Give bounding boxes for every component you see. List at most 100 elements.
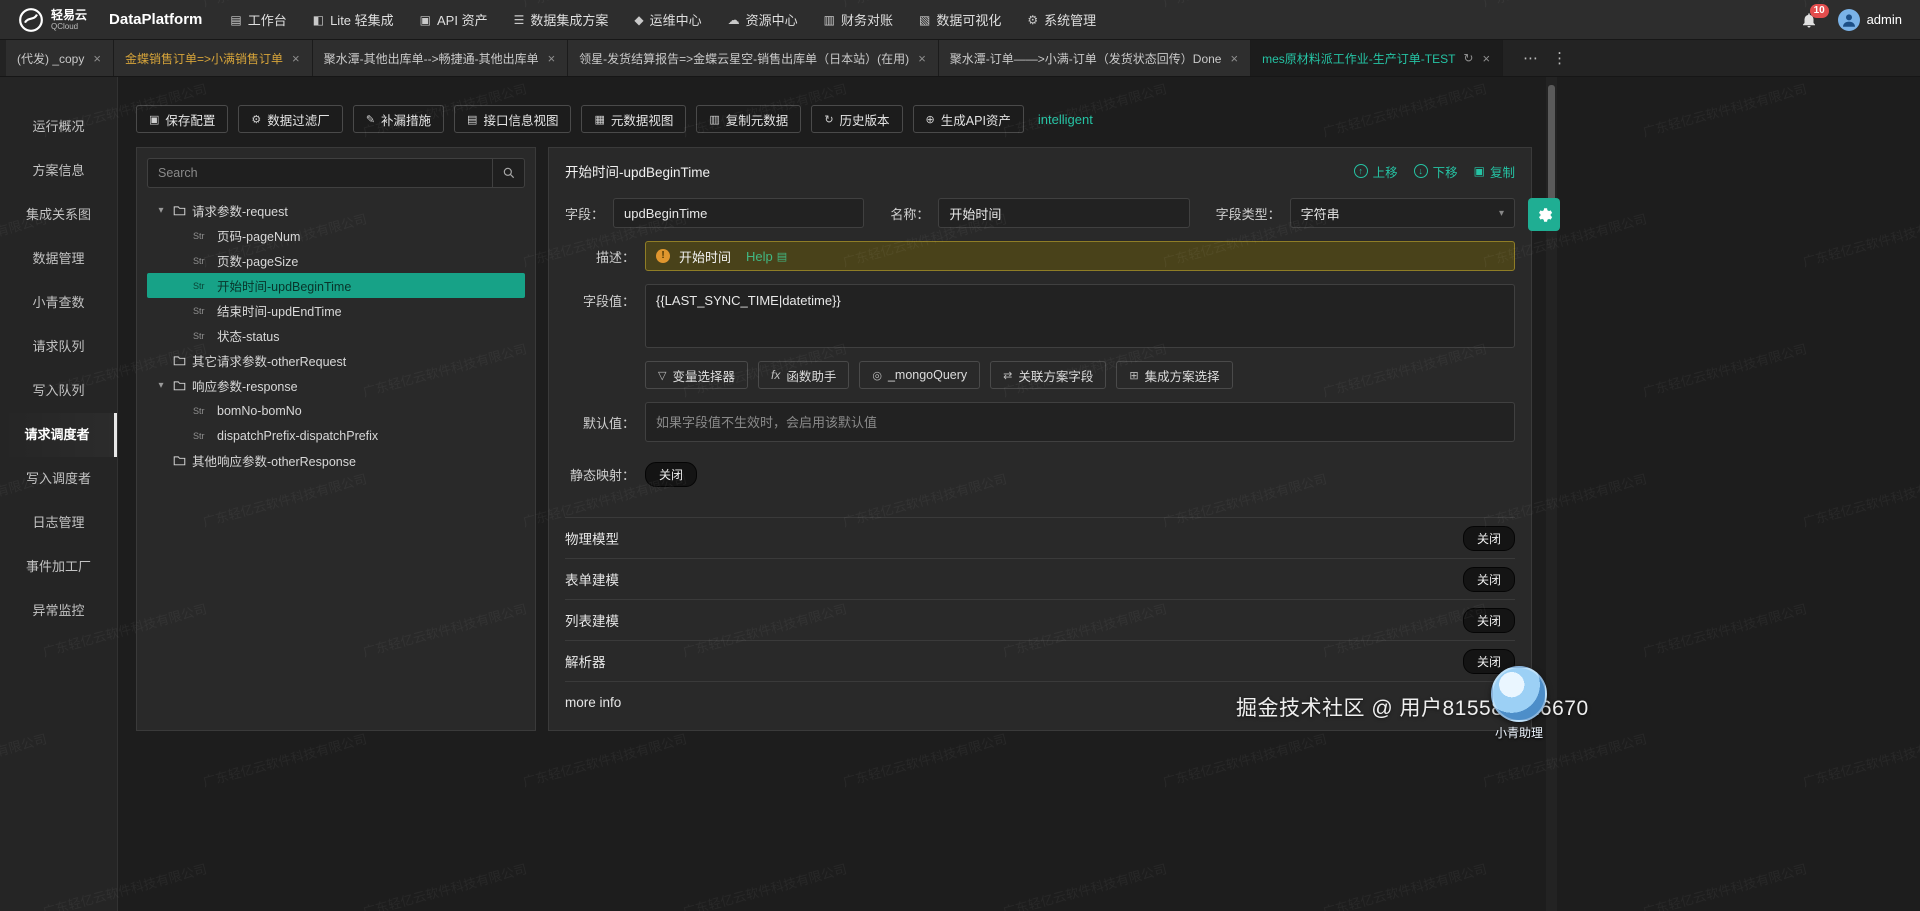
intelligent-label[interactable]: intelligent (1038, 112, 1093, 127)
nav-item[interactable]: ◆ 运维中心 (634, 10, 701, 29)
sidebar-item[interactable]: 日志管理 (0, 501, 117, 545)
close-icon[interactable]: × (917, 51, 927, 66)
meta-view-icon: ▦ (594, 113, 605, 126)
save-config-button[interactable]: ▣ 保存配置 (136, 105, 229, 133)
tree-node[interactable]: Str 开始时间-updBeginTime (147, 273, 525, 298)
assistant-mascot[interactable]: 小青助理 (1488, 666, 1550, 741)
tree-node[interactable]: Str dispatchPrefix-dispatchPrefix (147, 423, 525, 448)
sidebar-item[interactable]: 运行概况 (0, 105, 117, 149)
data-filter-button[interactable]: ⚙ 数据过滤厂 (238, 105, 343, 133)
caret-down-icon[interactable]: ▾ (155, 380, 167, 391)
nav-item[interactable]: ▧ 数据可视化 (919, 10, 1001, 29)
scrollbar-thumb[interactable] (1548, 85, 1555, 203)
field-type-select[interactable]: 字符串 ▾ (1289, 198, 1515, 228)
tree-node[interactable]: Str 页数-pageSize (147, 248, 525, 273)
tab[interactable]: 聚水潭-其他出库单-->畅捷通-其他出库单 × (312, 40, 569, 76)
toolbar-button-label: 数据过滤厂 (267, 113, 330, 128)
generate-api-asset-button[interactable]: ⊕ 生成API资产 (912, 105, 1024, 133)
sidebar-item[interactable]: 事件加工厂 (0, 545, 117, 589)
tree-node-label: 结束时间-updEndTime (217, 305, 342, 319)
leak-fix-button[interactable]: ✎ 补漏措施 (352, 105, 445, 133)
static-map-label: 静态映射： (569, 468, 635, 483)
nav-item[interactable]: ▤ 工作台 (230, 10, 286, 29)
brand-logo[interactable]: 轻易云 QCloud (18, 7, 87, 33)
sidebar-item[interactable]: 异常监控 (0, 589, 117, 633)
tree-search-input[interactable] (148, 166, 492, 180)
section-toggle[interactable]: 关闭 (1462, 566, 1515, 592)
section-title: 解析器 (565, 655, 606, 670)
sidebar-item[interactable]: 小青查数 (0, 281, 117, 325)
move-up-action[interactable]: ↑ 上移 (1353, 162, 1398, 181)
help-link[interactable]: Help ▤ (746, 249, 787, 264)
tree-node-label: 请求参数-request (192, 205, 288, 219)
integration-scheme-select-button[interactable]: ⊞ 集成方案选择 (1116, 361, 1233, 389)
tree-node[interactable]: Str 状态-status (147, 323, 525, 348)
close-icon[interactable]: × (1481, 51, 1491, 66)
workspace: ▾ 请求参数-request Str 页码-pageNum Str 页数-pageSize… (136, 147, 1532, 731)
variable-selector-button[interactable]: ▽ 变量选择器 (645, 361, 748, 389)
history-versions-button[interactable]: ↻ 历史版本 (811, 105, 903, 133)
tree-node[interactable]: 其他响应参数-otherResponse (147, 448, 525, 473)
refresh-icon[interactable]: ↻ (1463, 51, 1473, 65)
brand-subtitle: QCloud (51, 21, 79, 31)
tree-node[interactable]: Str 页码-pageNum (147, 223, 525, 248)
lite-integration-icon: ◧ (312, 12, 325, 27)
close-icon[interactable]: × (92, 51, 102, 66)
sidebar-item[interactable]: 集成关系图 (0, 193, 117, 237)
tabs-menu-icon[interactable]: ⋮ (1546, 49, 1573, 67)
section-toggle[interactable]: 关闭 (1462, 607, 1515, 633)
tree-node[interactable]: Str bomNo-bomNo (147, 398, 525, 423)
close-icon[interactable]: × (291, 51, 301, 66)
interface-info-view-button[interactable]: ▤ 接口信息视图 (454, 105, 572, 133)
tool-label: 变量选择器 (672, 369, 735, 384)
default-value-input[interactable] (645, 402, 1515, 442)
notification-bell-icon[interactable]: 10 (1800, 3, 1829, 29)
static-map-toggle[interactable]: 关闭 (645, 462, 698, 487)
mongo-query-button[interactable]: ◎ _mongoQuery (859, 361, 981, 389)
nav-item[interactable]: ▥ 财务对账 (824, 10, 893, 29)
tab[interactable]: 聚水潭-订单——>小满-订单（发货状态回传）Done × (938, 40, 1252, 76)
related-scheme-field-button[interactable]: ⇄ 关联方案字段 (990, 361, 1107, 389)
nav-item[interactable]: ◧ Lite 轻集成 (313, 10, 394, 29)
tab[interactable]: mes原材料派工作业-生产订单-TEST ↻ × (1251, 40, 1504, 76)
nav-item[interactable]: ▣ API 资产 (420, 10, 488, 29)
tab[interactable]: 领星-发货结算报告=>金蝶云星空-销售出库单（日本站）(在用) × (568, 40, 939, 76)
settings-gear-button[interactable] (1528, 198, 1560, 231)
product-title: DataPlatform (109, 11, 203, 28)
section-toggle[interactable]: 关闭 (1462, 525, 1515, 551)
copy-icon: ▥ (709, 113, 720, 126)
search-icon[interactable] (492, 159, 524, 187)
copy-metadata-button[interactable]: ▥ 复制元数据 (696, 105, 802, 133)
tree-node[interactable]: Str 结束时间-updEndTime (147, 298, 525, 323)
tab[interactable]: (代发) _copy × (6, 40, 114, 76)
tab[interactable]: 金蝶销售订单=>小满销售订单 × (113, 40, 313, 76)
caret-down-icon[interactable]: ▾ (155, 205, 167, 216)
field-value-row: 字段值： {{LAST_SYNC_TIME|datetime}} (565, 284, 1515, 348)
sidebar-item[interactable]: 请求队列 (0, 325, 117, 369)
sidebar-item[interactable]: 写入队列 (0, 369, 117, 413)
sidebar-item[interactable]: 写入调度者 (0, 457, 117, 501)
function-helper-button[interactable]: fx 函数助手 (757, 361, 850, 389)
search-icon: ◎ (872, 369, 882, 382)
close-icon[interactable]: × (1229, 51, 1239, 66)
nav-item[interactable]: ☰ 数据集成方案 (514, 10, 609, 29)
close-icon[interactable]: × (547, 51, 557, 66)
move-down-action[interactable]: ↓ 下移 (1413, 162, 1458, 181)
nav-item[interactable]: ☁ 资源中心 (728, 10, 798, 29)
sidebar-item[interactable]: 方案信息 (0, 149, 117, 193)
user-menu[interactable]: admin (1837, 8, 1902, 31)
field-input[interactable] (613, 198, 865, 228)
sidebar-item[interactable]: 请求调度者 (0, 413, 117, 457)
sidebar-item[interactable]: 数据管理 (0, 237, 117, 281)
tree-node[interactable]: ▾ 响应参数-response (147, 373, 525, 398)
qcloud-logo-icon (18, 7, 44, 33)
copy-action[interactable]: ▣ 复制 (1474, 162, 1515, 181)
tree-node[interactable]: ▾ 请求参数-request (147, 198, 525, 223)
field-value-textarea[interactable]: {{LAST_SYNC_TIME|datetime}} (645, 284, 1515, 348)
nav-item[interactable]: ⚙ 系统管理 (1027, 10, 1096, 29)
tree-node[interactable]: 其它请求参数-otherRequest (147, 348, 525, 373)
name-input[interactable] (938, 198, 1190, 228)
tabs-more-icon[interactable]: ⋯ (1517, 49, 1544, 67)
toolbar-button-label: 历史版本 (839, 113, 890, 128)
metadata-view-button[interactable]: ▦ 元数据视图 (581, 105, 687, 133)
